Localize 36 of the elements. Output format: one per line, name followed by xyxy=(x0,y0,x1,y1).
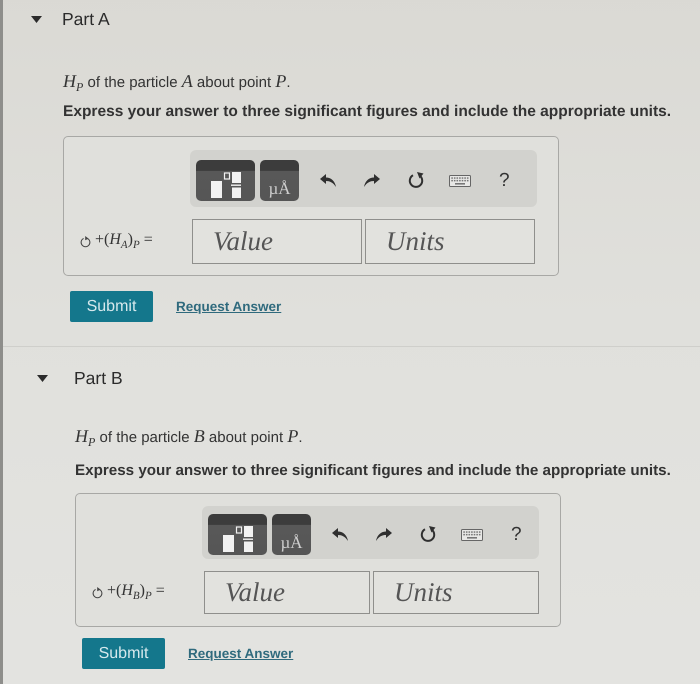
undo-icon[interactable] xyxy=(320,174,336,187)
template-icon xyxy=(210,172,240,198)
part-title[interactable]: Part A xyxy=(62,8,110,30)
units-field[interactable]: Units xyxy=(373,571,539,614)
question-text: H$_{P}$ of the particle A about point P. xyxy=(63,70,290,96)
redo-icon[interactable] xyxy=(364,174,380,187)
equation-label: +(H$_{A}$)$_{P}$ = xyxy=(95,231,153,252)
part-title[interactable]: Part B xyxy=(74,368,123,388)
value-field[interactable]: Value xyxy=(204,571,370,614)
submit-button[interactable]: Submit xyxy=(70,291,153,322)
units-button[interactable]: µÅ xyxy=(272,514,311,555)
undo-icon[interactable] xyxy=(332,528,348,541)
reset-icon[interactable] xyxy=(420,526,436,543)
equation-label: +(H$_{B}$)$_{P}$ = xyxy=(107,582,165,603)
submit-button[interactable]: Submit xyxy=(82,638,165,669)
help-button[interactable]: ? xyxy=(497,170,512,192)
caret-icon[interactable] xyxy=(37,374,48,382)
question-text: H$_{P}$ of the particle B about point P. xyxy=(75,425,302,451)
rotation-icon xyxy=(80,236,91,248)
caret-icon[interactable] xyxy=(31,16,42,22)
instruction-text: Express your answer to three significant figures and include the appropriate units. xyxy=(63,102,672,122)
templates-button[interactable] xyxy=(208,514,267,555)
request-answer-link[interactable]: Request Answer xyxy=(176,299,282,314)
keyboard-icon[interactable] xyxy=(449,174,471,186)
help-button[interactable]: ? xyxy=(509,524,524,546)
keyboard-icon[interactable] xyxy=(461,528,483,540)
units-field[interactable]: Units xyxy=(365,219,535,264)
value-field[interactable]: Value xyxy=(192,219,362,264)
reset-icon[interactable] xyxy=(408,172,424,189)
instruction-text: Express your answer to three significant figures and include the appropriate units. xyxy=(75,461,671,481)
templates-button[interactable] xyxy=(196,160,255,201)
request-answer-link[interactable]: Request Answer xyxy=(188,646,294,661)
units-button[interactable]: µÅ xyxy=(260,160,299,201)
rotation-icon xyxy=(92,586,103,598)
redo-icon[interactable] xyxy=(376,528,392,541)
template-icon xyxy=(222,526,252,552)
